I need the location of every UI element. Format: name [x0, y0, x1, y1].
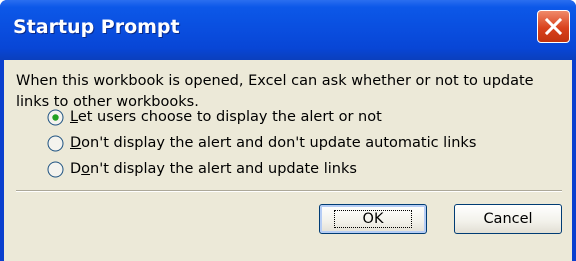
- radio-selected-icon[interactable]: [47, 109, 64, 126]
- close-button[interactable]: [537, 10, 570, 43]
- close-icon: [544, 17, 563, 36]
- dialog-title: Startup Prompt: [13, 16, 180, 38]
- option-label: Let users choose to display the alert or…: [70, 109, 382, 125]
- ok-button[interactable]: OK: [319, 204, 427, 234]
- option-let-users-choose[interactable]: Let users choose to display the alert or…: [47, 106, 382, 128]
- dialog-body: When this workbook is opened, Excel can …: [4, 60, 572, 261]
- startup-prompt-dialog: Startup Prompt When this workbook is ope…: [0, 0, 576, 261]
- cancel-button-label: Cancel: [483, 211, 533, 227]
- separator: [16, 190, 562, 192]
- option-dont-display-update-links[interactable]: Don't display the alert and update links: [47, 158, 357, 180]
- radio-unselected-icon[interactable]: [47, 135, 64, 152]
- option-label: Don't display the alert and don't update…: [70, 135, 477, 151]
- radio-unselected-icon[interactable]: [47, 161, 64, 178]
- cancel-button[interactable]: Cancel: [454, 204, 562, 234]
- option-dont-display-dont-update[interactable]: Don't display the alert and don't update…: [47, 132, 476, 154]
- title-bar[interactable]: Startup Prompt: [0, 0, 576, 60]
- ok-button-label: OK: [333, 210, 413, 228]
- option-label: Don't display the alert and update links: [70, 161, 357, 177]
